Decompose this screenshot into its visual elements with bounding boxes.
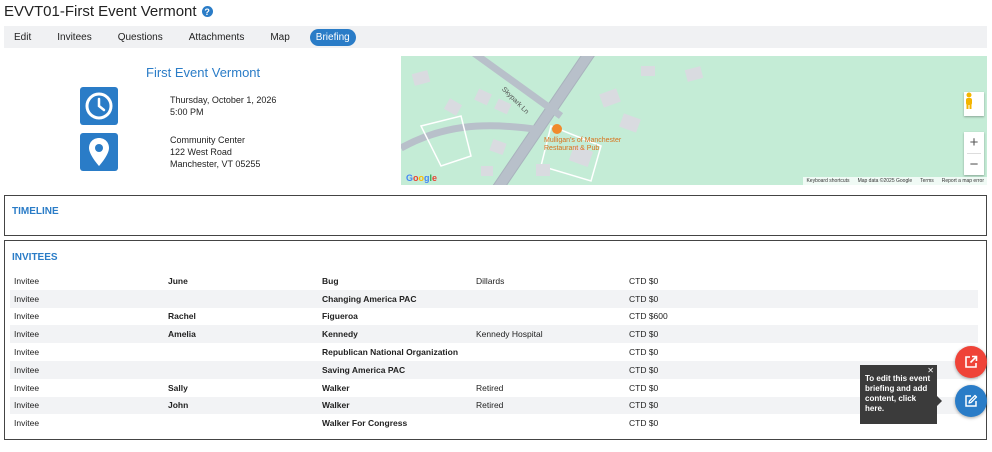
invitee-last-name: Figueroa (322, 311, 358, 322)
map-place-label-line1: Mulligan's of Manchester (544, 137, 622, 144)
invitee-last-name: Walker (322, 400, 350, 411)
close-icon[interactable]: ✕ (927, 366, 934, 376)
invitee-last-name: Republican National Organization (322, 347, 459, 358)
help-icon[interactable]: ? (201, 6, 213, 17)
terms-link[interactable]: Terms (920, 178, 934, 184)
report-map-error-link[interactable]: Report a map error (942, 178, 984, 184)
map-pin-icon (80, 133, 118, 171)
table-row: Invitee Amelia Kennedy Kennedy Hospital … (10, 325, 978, 344)
invitee-ctd: CTD $0 (629, 382, 659, 393)
map-zoom-control: + − (964, 132, 984, 175)
invitee-first-name: Amelia (168, 329, 196, 340)
invitees-table: Invitee June Bug Dillards CTD $0 Invitee… (10, 272, 978, 432)
event-city: Manchester, VT 05255 (170, 159, 261, 169)
edit-briefing-tooltip: ✕ To edit this event briefing and add co… (860, 365, 942, 424)
invitee-ctd: CTD $0 (629, 329, 659, 340)
invitee-role: Invitee (14, 400, 40, 411)
table-row: Invitee John Walker Retired CTD $0 (10, 396, 978, 415)
keyboard-shortcuts-link[interactable]: Keyboard shortcuts (806, 178, 849, 184)
map-place-label[interactable]: Mulligan's of Manchester Restaurant & Pu… (544, 137, 621, 153)
invitee-last-name: Walker For Congress (322, 418, 408, 429)
table-row: Invitee June Bug Dillards CTD $0 (10, 272, 978, 290)
invitee-organization: Dillards (476, 275, 505, 286)
invitee-organization: Retired (476, 382, 504, 393)
tab-briefing[interactable]: Briefing (309, 28, 356, 46)
invitee-last-name: Walker (322, 382, 350, 393)
invitee-first-name: June (168, 275, 188, 286)
timeline-panel: TIMELINE (4, 195, 987, 236)
invitee-organization: Retired (476, 400, 504, 411)
clock-icon (80, 87, 118, 125)
tab-attachments[interactable]: Attachments (183, 29, 251, 46)
tooltip-text: To edit this event briefing and add cont… (865, 374, 931, 413)
invitee-first-name: Rachel (168, 311, 196, 322)
tab-map[interactable]: Map (264, 29, 295, 46)
page-title: EVVT01-First Event Vermont (4, 3, 197, 20)
edit-briefing-button[interactable] (955, 385, 987, 417)
invitee-ctd: CTD $0 (629, 400, 659, 411)
invitee-first-name: John (168, 400, 189, 411)
map-graphic (401, 56, 987, 185)
invitee-organization: Kennedy Hospital (476, 329, 543, 340)
invitee-last-name: Changing America PAC (322, 293, 417, 304)
invitees-panel: INVITEES Invitee June Bug Dillards CTD $… (4, 240, 987, 440)
invitee-first-name: Sally (168, 382, 188, 393)
table-row: Invitee Sally Walker Retired CTD $0 (10, 379, 978, 397)
table-row: Invitee Rachel Figueroa CTD $600 (10, 308, 978, 326)
invitee-ctd: CTD $0 (629, 293, 659, 304)
tab-bar: Edit Invitees Questions Attachments Map … (4, 26, 987, 48)
invitee-role: Invitee (14, 347, 40, 358)
zoom-in-button[interactable]: + (964, 132, 984, 153)
edit-icon (965, 394, 978, 407)
map-data-credit: Map data ©2025 Google (857, 178, 913, 184)
street-view-pegman-icon[interactable] (964, 92, 984, 116)
open-external-button[interactable] (955, 346, 987, 378)
invitee-role: Invitee (14, 275, 40, 286)
zoom-out-button[interactable]: − (964, 154, 984, 175)
table-row: Invitee Changing America PAC CTD $0 (10, 289, 978, 308)
event-street: 122 West Road (170, 147, 232, 157)
invitee-ctd: CTD $600 (629, 311, 668, 322)
invitee-role: Invitee (14, 293, 40, 304)
tooltip-arrow (937, 396, 942, 406)
invitee-last-name: Kennedy (322, 329, 358, 340)
table-row: Invitee Walker For Congress CTD $0 (10, 414, 978, 432)
invitee-role: Invitee (14, 329, 40, 340)
map-footer: Keyboard shortcuts Map data ©2025 Google… (803, 177, 987, 185)
external-link-icon (965, 355, 978, 368)
map-place-label-line2: Restaurant & Pub (544, 145, 600, 152)
invitee-role: Invitee (14, 311, 40, 322)
tab-invitees[interactable]: Invitees (51, 29, 97, 46)
invitee-ctd: CTD $0 (629, 418, 659, 429)
event-date: Thursday, October 1, 2026 (170, 95, 277, 105)
invitee-last-name: Saving America PAC (322, 364, 406, 375)
table-row: Invitee Republican National Organization… (10, 343, 978, 361)
invitee-ctd: CTD $0 (629, 275, 659, 286)
invitee-ctd: CTD $0 (629, 347, 659, 358)
event-datetime: Thursday, October 1, 2026 5:00 PM (170, 94, 276, 118)
invitee-role: Invitee (14, 364, 40, 375)
page-header: EVVT01-First Event Vermont ? (4, 3, 213, 20)
invitee-role: Invitee (14, 418, 40, 429)
invitee-ctd: CTD $0 (629, 364, 659, 375)
invitees-title: INVITEES (12, 252, 58, 263)
invitee-last-name: Bug (322, 275, 339, 286)
event-name: First Event Vermont (146, 65, 261, 80)
tab-edit[interactable]: Edit (8, 29, 37, 46)
event-time: 5:00 PM (170, 107, 204, 117)
tab-questions[interactable]: Questions (112, 29, 169, 46)
google-logo: Google (406, 173, 438, 183)
table-row: Invitee Saving America PAC CTD $0 (10, 360, 978, 379)
event-address: Community Center 122 West Road Mancheste… (170, 134, 260, 170)
invitee-role: Invitee (14, 382, 40, 393)
timeline-title: TIMELINE (12, 206, 59, 217)
event-venue: Community Center (170, 135, 246, 145)
event-map[interactable]: Skypark Ln Mulligan's of Manchester Rest… (401, 56, 987, 185)
